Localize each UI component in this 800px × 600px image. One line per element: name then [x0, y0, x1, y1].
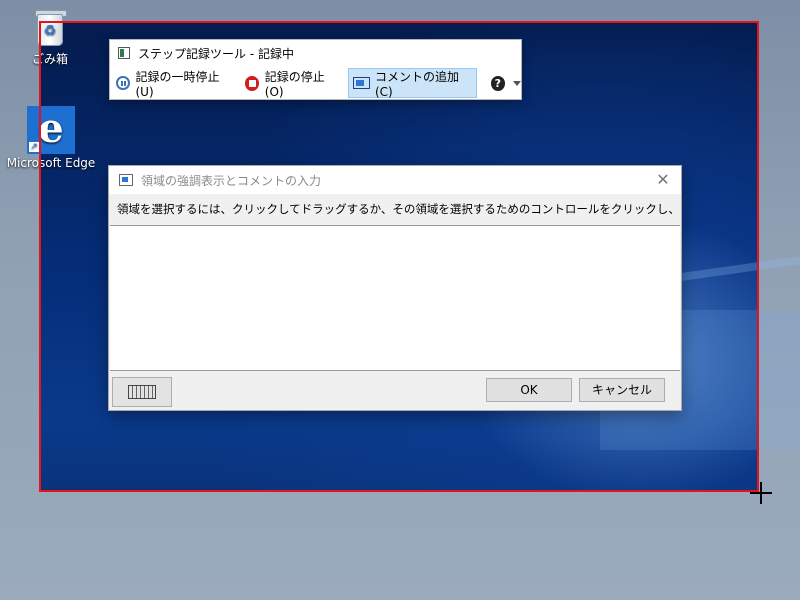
add-comment-label: コメントの追加(C) [374, 69, 459, 99]
steps-recorder-toolbar: 記録の一時停止(U) 記録の停止(O) コメントの追加(C) ? [110, 66, 522, 100]
edge-icon: e ↗ [27, 106, 75, 154]
pause-recording-button[interactable]: 記録の一時停止(U) [112, 68, 237, 99]
desktop-icon-label: Microsoft Edge [6, 156, 96, 170]
dialog-app-icon [119, 174, 133, 186]
stop-icon [244, 75, 259, 91]
ok-button[interactable]: OK [486, 378, 572, 402]
dialog-title: 領域の強調表示とコメントの入力 [141, 173, 322, 188]
stop-recording-button[interactable]: 記録の停止(O) [241, 68, 344, 99]
highlight-comment-dialog: 領域の強調表示とコメントの入力 ✕ 領域を選択するには、クリックしてドラッグする… [108, 165, 682, 411]
cancel-button[interactable]: キャンセル [579, 378, 665, 402]
recycle-bin-icon: ♻ [33, 8, 67, 48]
steps-recorder-app-icon [118, 47, 130, 59]
add-comment-button[interactable]: コメントの追加(C) [347, 68, 477, 99]
keyboard-icon [128, 385, 156, 399]
steps-recorder-titlebar[interactable]: ステップ記録ツール - 記録中 [110, 40, 521, 66]
chevron-down-icon[interactable] [513, 80, 522, 86]
comment-textarea[interactable] [110, 225, 680, 371]
desktop-icon-label: ごみ箱 [31, 52, 68, 66]
desktop-icon-recycle-bin[interactable]: ♻ ごみ箱 [5, 8, 95, 67]
steps-recorder-window: ステップ記録ツール - 記録中 記録の一時停止(U) 記録の停止(O) コメント… [109, 39, 522, 100]
desktop-icon-edge[interactable]: e ↗ Microsoft Edge [6, 106, 96, 171]
window-title: ステップ記録ツール - 記録中 [138, 46, 294, 61]
help-icon[interactable]: ? [490, 75, 506, 91]
dialog-titlebar[interactable]: 領域の強調表示とコメントの入力 ✕ [109, 166, 681, 194]
on-screen-keyboard-button[interactable] [112, 377, 172, 407]
crosshair-cursor-icon [750, 482, 772, 504]
pause-icon [116, 76, 130, 90]
dialog-instruction: 領域を選択するには、クリックしてドラッグするか、その領域を選択するためのコントロ… [117, 202, 681, 216]
stop-recording-label: 記録の停止(O) [264, 69, 325, 99]
pause-recording-label: 記録の一時停止(U) [135, 69, 220, 99]
comment-icon [352, 77, 370, 89]
close-icon[interactable]: ✕ [653, 170, 673, 190]
